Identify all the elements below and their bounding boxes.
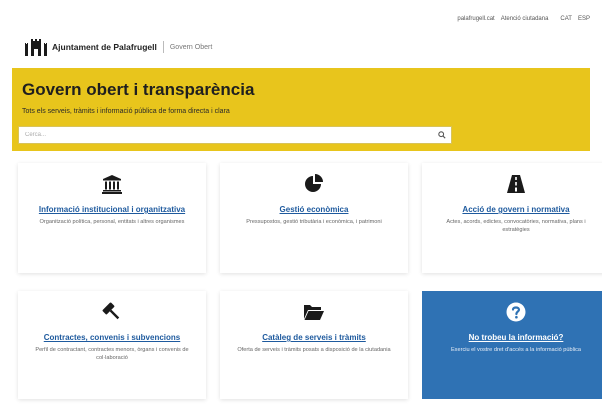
top-utility-bar: palafrugell.cat Atenció ciutadana CAT ES… (457, 14, 590, 24)
card-title[interactable]: No trobeu la informació? (469, 333, 564, 342)
castle-logo-icon[interactable] (25, 38, 47, 56)
question-circle-icon (506, 302, 526, 322)
card-description: Exerciu el vostre dret d'accés a la info… (450, 347, 582, 353)
org-name[interactable]: Ajuntament de Palafrugell (52, 42, 157, 52)
gavel-icon (102, 302, 120, 320)
site-header-brand: Ajuntament de Palafrugell Govern Obert (25, 38, 212, 56)
card-institutional-info[interactable]: Informació institucional i organitzativa… (18, 163, 206, 273)
search-box (18, 126, 452, 144)
card-description: Pressupostos, gestió tributària i econòm… (246, 219, 382, 225)
card-title[interactable]: Catàleg de serveis i tràmits (262, 333, 366, 342)
page-subtitle: Tots els serveis, tràmits i informació p… (22, 108, 230, 115)
card-info-access-request[interactable]: No trobeu la informació? Exerciu el vost… (422, 291, 602, 399)
card-description: Organització política, personal, entitat… (39, 219, 185, 225)
institution-icon (102, 175, 122, 194)
road-icon (507, 175, 525, 193)
card-title[interactable]: Contractes, convenis i subvencions (44, 333, 180, 342)
section-name[interactable]: Govern Obert (170, 44, 212, 51)
page-title: Govern obert i transparència (22, 80, 255, 99)
search-icon (438, 131, 446, 139)
card-government-action[interactable]: Acció de govern i normativa Actes, acord… (422, 163, 602, 273)
card-title[interactable]: Gestió econòmica (280, 205, 349, 214)
folder-open-icon (304, 305, 324, 320)
hero-banner: Govern obert i transparència Tots els se… (12, 68, 590, 151)
card-title[interactable]: Informació institucional i organitzativa (39, 205, 185, 214)
pie-chart-icon (305, 174, 323, 192)
card-contracts[interactable]: Contractes, convenis i subvencions Perfi… (18, 291, 206, 399)
lang-esp-link[interactable]: ESP (578, 16, 590, 22)
card-title[interactable]: Acció de govern i normativa (462, 205, 569, 214)
card-description: Perfil de contractant, contractes menors… (35, 347, 189, 361)
card-description: Oferta de serveis i tràmits posats a dis… (237, 347, 391, 353)
card-economic-management[interactable]: Gestió econòmica Pressupostos, gestió tr… (220, 163, 408, 273)
link-palafrugell-cat[interactable]: palafrugell.cat (457, 16, 494, 22)
card-description: Actes, acords, edictes, convocatòries, n… (446, 219, 586, 233)
search-button[interactable] (433, 127, 451, 143)
brand-divider (162, 41, 164, 53)
search-input[interactable] (19, 127, 433, 143)
link-atencio-ciutadana[interactable]: Atenció ciutadana (501, 16, 549, 22)
lang-cat-link[interactable]: CAT (560, 16, 572, 22)
card-services-catalog[interactable]: Catàleg de serveis i tràmits Oferta de s… (220, 291, 408, 399)
